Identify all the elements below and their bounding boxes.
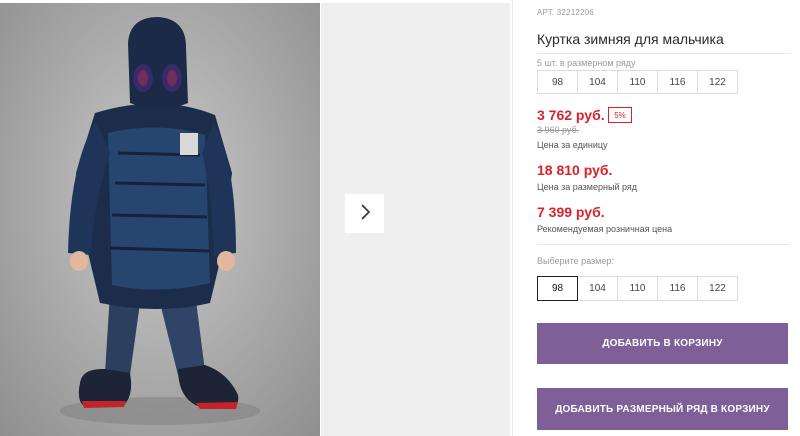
size-option-122[interactable]: 122 [697, 276, 738, 301]
add-to-cart-button[interactable]: ДОБАВИТЬ В КОРЗИНУ [537, 323, 788, 364]
product-title: Куртка зимняя для мальчика [537, 31, 724, 47]
product-gallery [0, 0, 510, 436]
pack-size-110: 110 [617, 70, 658, 94]
pack-size-122: 122 [697, 70, 738, 94]
product-sku: АРТ. 32212206 [537, 8, 594, 17]
product-info-panel: АРТ. 32212206 Куртка зимняя для мальчика… [537, 0, 792, 436]
size-option-104[interactable]: 104 [577, 276, 618, 301]
panel-divider [512, 0, 513, 436]
size-option-116[interactable]: 116 [657, 276, 698, 301]
pack-price-caption: Цена за размерный ряд [537, 182, 638, 192]
pack-price: 18 810 руб. [537, 162, 613, 178]
choose-size-label: Выберите размер: [537, 256, 614, 266]
retail-price-caption: Рекомендуемая розничная цена [537, 224, 673, 234]
size-selector: 98 104 110 116 122 [537, 276, 738, 301]
pack-sizes: 98 104 110 116 122 [537, 70, 738, 94]
size-option-110[interactable]: 110 [617, 276, 658, 301]
product-photo[interactable] [0, 3, 320, 436]
discount-badge: 5% [608, 107, 632, 123]
size-option-98[interactable]: 98 [537, 276, 578, 301]
pack-size-116: 116 [657, 70, 698, 94]
chevron-right-icon [359, 204, 371, 223]
pack-size-98: 98 [537, 70, 578, 94]
unit-price-caption: Цена за единицу [537, 140, 608, 150]
old-price: 3 960 руб. [537, 125, 580, 135]
divider [537, 244, 790, 245]
divider [537, 53, 790, 54]
retail-price: 7 399 руб. [537, 204, 605, 220]
gallery-next-button[interactable] [345, 194, 384, 233]
product-photo-illustration [60, 17, 260, 425]
add-pack-to-cart-button[interactable]: ДОБАВИТЬ РАЗМЕРНЫЙ РЯД В КОРЗИНУ [537, 388, 788, 430]
pack-size-104: 104 [577, 70, 618, 94]
pack-label: 5 шт. в размерном ряду [537, 58, 636, 68]
unit-price: 3 762 руб. [537, 107, 605, 123]
